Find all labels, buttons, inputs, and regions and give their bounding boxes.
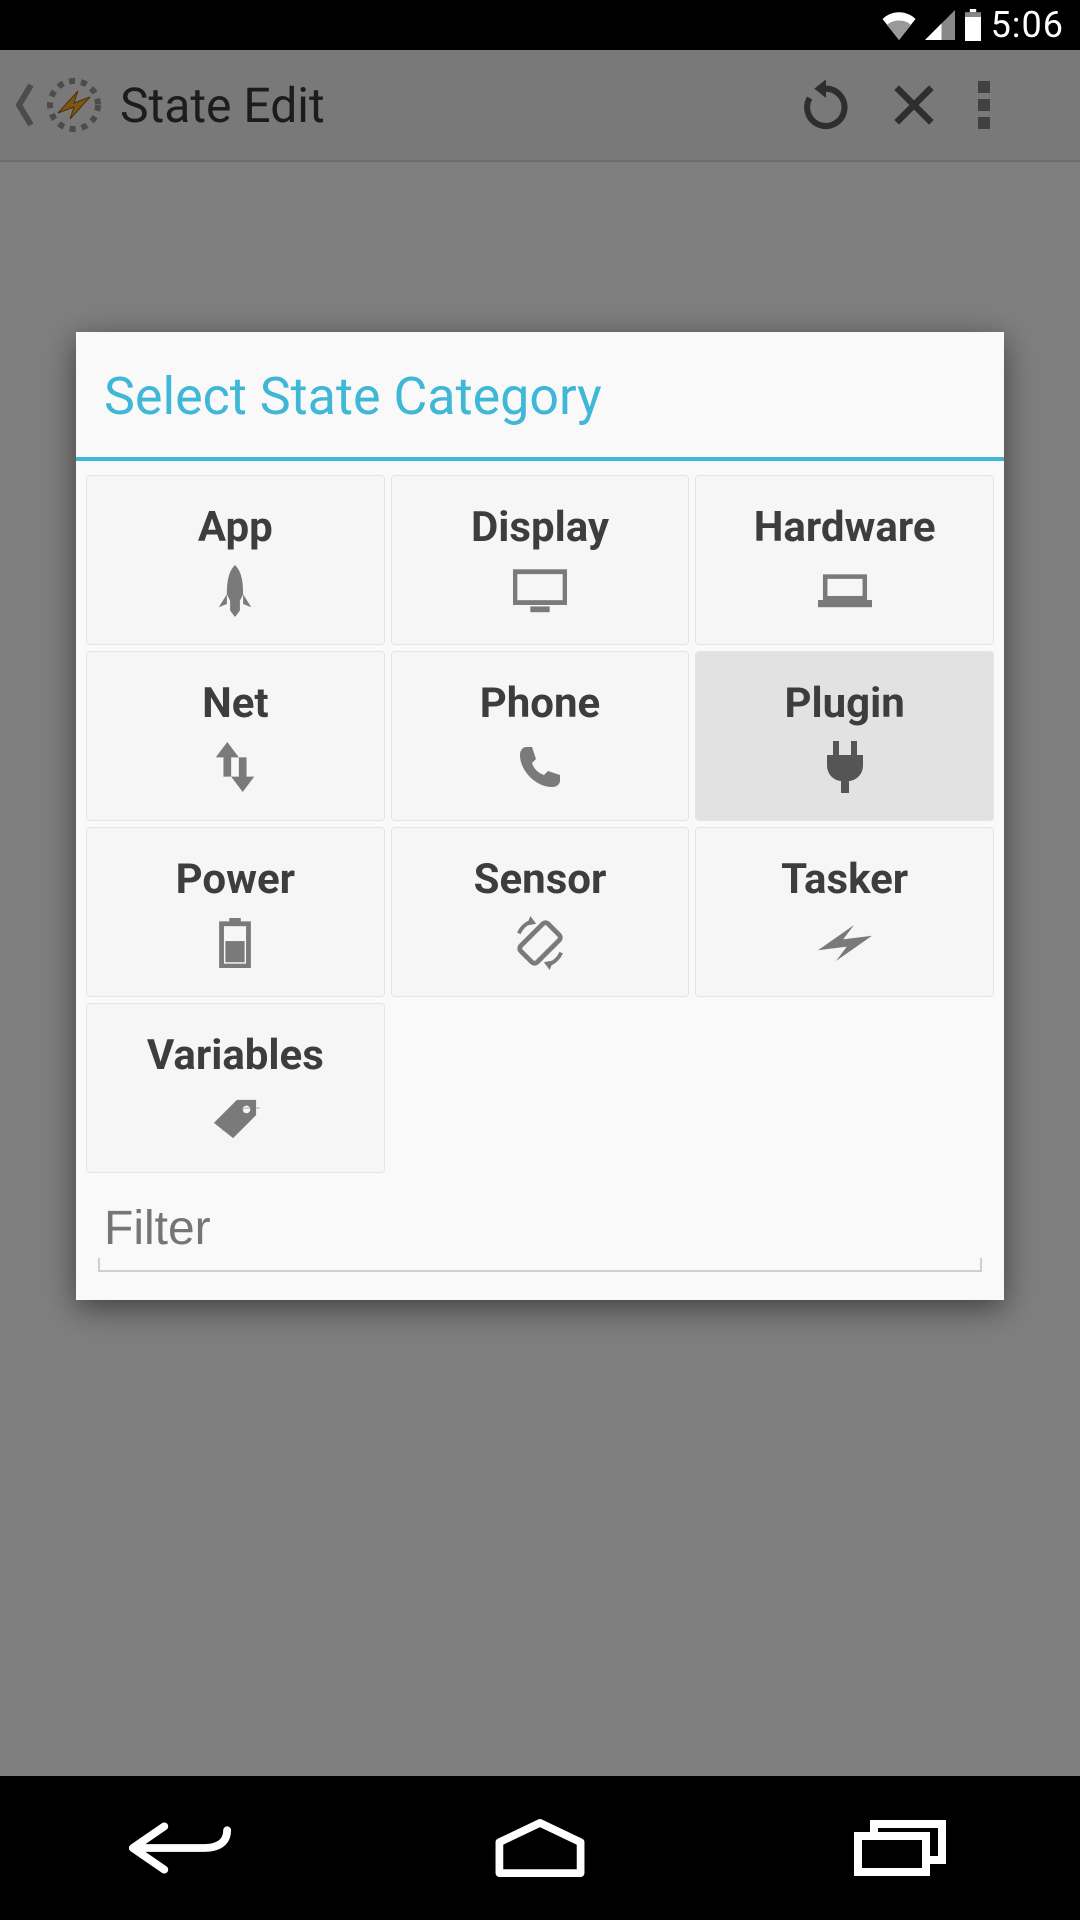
status-bar: 5:06	[0, 0, 1080, 50]
category-label: Power	[176, 855, 295, 904]
laptop-icon	[818, 564, 872, 618]
navigation-bar	[0, 1776, 1080, 1920]
category-label: Plugin	[784, 679, 904, 728]
category-hardware[interactable]: Hardware	[695, 475, 994, 645]
rotate-icon	[513, 916, 567, 970]
filter-area	[76, 1181, 1004, 1300]
category-label: Net	[202, 679, 269, 728]
category-phone[interactable]: Phone	[391, 651, 690, 821]
nav-back-button[interactable]	[70, 1808, 290, 1888]
category-variables[interactable]: Variables	[86, 1003, 385, 1173]
plug-icon	[818, 740, 872, 794]
category-power[interactable]: Power	[86, 827, 385, 997]
battery-status-icon	[963, 9, 983, 41]
cell-signal-icon	[925, 10, 955, 40]
category-label: Sensor	[474, 855, 607, 904]
filter-input[interactable]	[98, 1195, 982, 1272]
bolt-icon	[818, 916, 872, 970]
category-tasker[interactable]: Tasker	[695, 827, 994, 997]
tag-icon	[208, 1092, 262, 1146]
category-plugin[interactable]: Plugin	[695, 651, 994, 821]
category-sensor[interactable]: Sensor	[391, 827, 690, 997]
category-label: Variables	[147, 1031, 324, 1080]
category-grid: App Display Hardware Net Phone	[76, 461, 1004, 1181]
category-label: Tasker	[781, 855, 908, 904]
category-net[interactable]: Net	[86, 651, 385, 821]
updown-icon	[208, 740, 262, 794]
category-label: Phone	[480, 679, 601, 728]
category-label: Hardware	[754, 503, 936, 552]
category-label: App	[198, 503, 273, 552]
battery-icon	[208, 916, 262, 970]
monitor-icon	[513, 564, 567, 618]
category-display[interactable]: Display	[391, 475, 690, 645]
dialog-title: Select State Category	[76, 332, 1004, 457]
nav-home-button[interactable]	[430, 1808, 650, 1888]
select-state-category-dialog: Select State Category App Display Hardwa…	[76, 332, 1004, 1300]
status-clock: 5:06	[991, 4, 1064, 46]
category-label: Display	[471, 503, 609, 552]
phone-icon	[513, 740, 567, 794]
wifi-icon	[881, 10, 917, 40]
nav-recent-button[interactable]	[790, 1808, 1010, 1888]
rocket-icon	[208, 564, 262, 618]
category-app[interactable]: App	[86, 475, 385, 645]
